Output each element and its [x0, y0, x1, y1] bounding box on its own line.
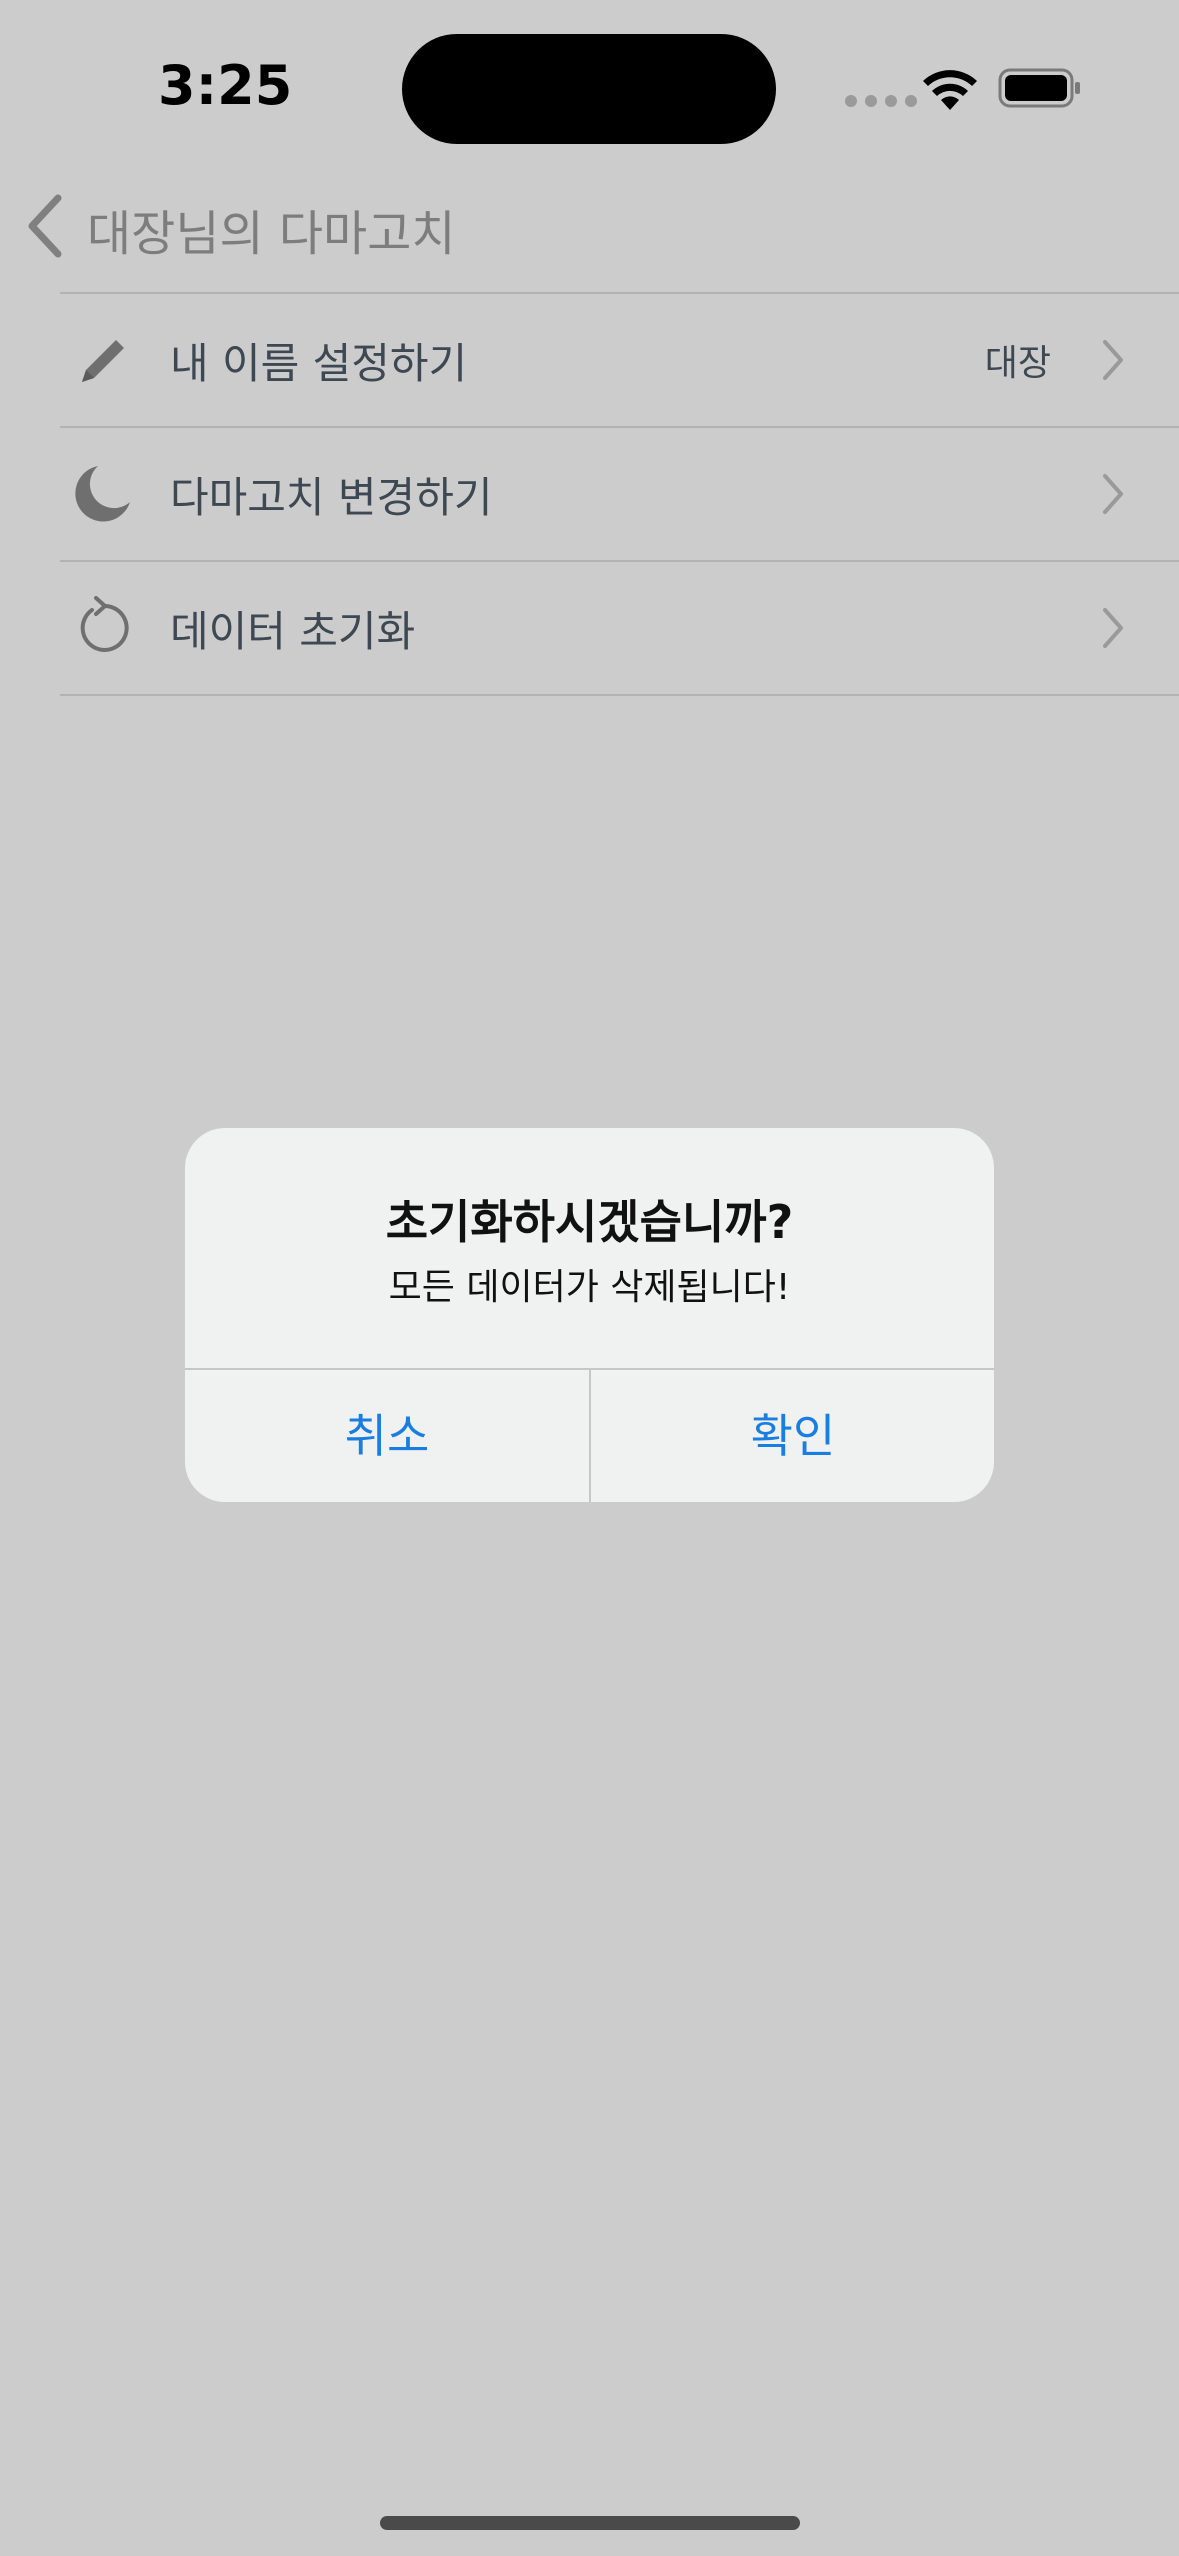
battery-icon — [998, 68, 1080, 108]
settings-list: 내 이름 설정하기 대장 다마고치 변경하기 데이터 초기화 — [60, 292, 1179, 696]
list-item-change-tamagotchi[interactable]: 다마고치 변경하기 — [60, 428, 1179, 562]
confirm-button[interactable]: 확인 — [591, 1370, 994, 1502]
home-indicator[interactable] — [380, 2516, 800, 2530]
list-item-label: 데이터 초기화 — [170, 607, 416, 656]
alert-title: 초기화하시겠습니까? — [385, 1195, 794, 1249]
nav-title[interactable]: 대장님의 다마고치 — [87, 194, 456, 264]
list-item-value: 대장 — [984, 343, 1051, 384]
chevron-right-icon — [1103, 340, 1123, 380]
pencil-icon — [82, 340, 124, 382]
list-item-set-name[interactable]: 내 이름 설정하기 대장 — [60, 294, 1179, 428]
list-item-reset-data[interactable]: 데이터 초기화 — [60, 562, 1179, 696]
cellular-signal-icon — [845, 95, 917, 107]
moon-icon — [75, 466, 130, 522]
back-chevron-icon[interactable] — [20, 190, 70, 262]
dynamic-island — [402, 34, 776, 144]
status-time: 3:25 — [158, 54, 293, 117]
reset-alert-dialog: 초기화하시겠습니까? 모든 데이터가 삭제됩니다! 취소 확인 — [185, 1128, 994, 1502]
list-item-label: 다마고치 변경하기 — [170, 473, 493, 522]
list-item-label: 내 이름 설정하기 — [170, 339, 468, 388]
refresh-icon — [80, 596, 129, 652]
cancel-button[interactable]: 취소 — [185, 1370, 589, 1502]
alert-message: 모든 데이터가 삭제됩니다! — [388, 1267, 791, 1308]
chevron-right-icon — [1103, 474, 1123, 514]
chevron-right-icon — [1103, 608, 1123, 648]
wifi-icon — [923, 70, 977, 110]
